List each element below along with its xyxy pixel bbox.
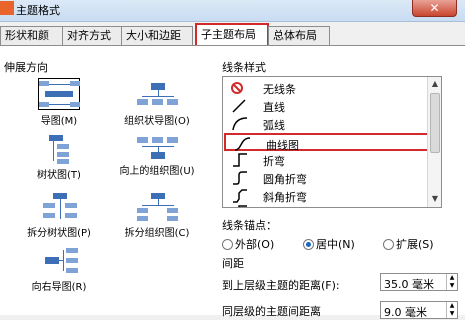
line-style-option[interactable]: 分支 [223,203,428,207]
no-line-icon [229,80,253,96]
right-mindmap-layout-icon [38,244,80,276]
layout-label: 树状图(T) [37,170,81,181]
curve-line-icon [232,136,256,152]
layout-right-mindmap[interactable]: 向右导图(R) [14,244,104,293]
line-style-scrollbar[interactable]: ▲ ▼ [427,77,441,207]
arc-line-icon [229,116,253,132]
spinner-arrows[interactable]: ▲ ▼ [446,274,457,290]
org-chart-layout-icon [136,78,178,110]
tree-layout-icon [38,132,80,164]
tab-overall-layout[interactable]: 总体布局 [268,26,330,46]
tab-size-margin[interactable]: 大小和边距 [121,26,193,46]
straight-line-icon [229,98,253,114]
close-button[interactable]: ✕ [412,0,457,17]
spacing-label: 间距 [222,257,244,270]
split-org-chart-layout-icon [136,190,178,222]
bevel-elbow-icon [229,188,253,204]
layout-label: 拆分树状图(P) [27,228,91,239]
rounded-elbow-icon [229,170,253,186]
down-arrow-icon[interactable]: ▼ [447,282,457,290]
parent-distance-value: 35.0 毫米 [384,278,434,291]
sibling-distance-value: 9.0 毫米 [384,306,427,319]
mindmap-layout-icon [38,78,80,110]
parent-distance-spinner[interactable]: 35.0 毫米 ▲ ▼ [380,273,458,291]
layout-split-org-chart[interactable]: 拆分组织图(C) [112,190,202,239]
tab-panel: 伸展方向 导图(M) 组织状导图(O) 树状图(T) 向上的组织图(U) 拆分树… [0,45,465,319]
layout-label: 拆分组织图(C) [124,228,190,239]
radio-icon [383,239,394,250]
layout-label: 组织状导图(O) [124,116,190,127]
anchor-center-radio[interactable]: 居中(N) [303,236,355,252]
line-style-label: 线条样式 [222,61,266,74]
layout-org-chart[interactable]: 组织状导图(O) [112,78,202,127]
sibling-distance-label: 同层级的主题间距离 [222,305,321,318]
radio-icon [222,239,233,250]
anchor-outside-radio[interactable]: 外部(O) [222,236,274,252]
app-icon [0,1,14,15]
line-style-option[interactable]: 折弯 [223,151,428,169]
layout-upward-org-chart[interactable]: 向上的组织图(U) [112,132,202,178]
layout-label: 向上的组织图(U) [119,166,195,177]
branch-line-icon [229,204,253,207]
split-tree-layout-icon [38,190,80,222]
layout-group-label: 伸展方向 [4,61,48,74]
elbow-line-icon [229,152,253,168]
sibling-distance-spinner[interactable]: 9.0 毫米 ▲ ▼ [380,301,458,319]
line-style-option[interactable]: 圆角折弯 [223,169,428,187]
up-arrow-icon[interactable]: ▲ [447,274,457,282]
layout-mindmap[interactable]: 导图(M) [14,78,104,127]
down-arrow-icon[interactable]: ▼ [447,310,457,318]
line-style-option-selected[interactable]: 曲线图 [224,133,440,152]
tab-shape-color[interactable]: 形状和颜色 [0,26,64,60]
layout-label: 导图(M) [40,116,78,127]
parent-distance-label: 到上层级主题的距离(F): [222,279,340,292]
spinner-arrows[interactable]: ▲ ▼ [446,302,457,318]
radio-selected-icon [303,239,314,250]
line-style-list[interactable]: 无线条 直线 弧线 曲线图 折弯 圆角折弯 斜角折弯 ▲ ▼ [222,76,442,208]
window-title: 主题格式 [16,4,60,17]
line-style-option[interactable]: 无线条 [223,79,428,97]
scroll-down-icon[interactable]: ▼ [429,193,441,205]
scroll-thumb[interactable] [430,93,440,153]
layout-label: 向右导图(R) [31,282,87,293]
up-arrow-icon[interactable]: ▲ [447,302,457,310]
scroll-up-icon[interactable]: ▲ [429,78,441,90]
layout-tree[interactable]: 树状图(T) [14,132,104,181]
line-style-option[interactable]: 弧线 [223,115,428,133]
anchor-label: 线条锚点： [222,219,277,232]
anchor-expand-radio[interactable]: 扩展(S) [383,236,434,252]
tab-subtopic-layout[interactable]: 子主题布局 [195,23,269,46]
line-style-option[interactable]: 直线 [223,97,428,115]
upward-org-chart-layout-icon [136,132,178,164]
title-bar: 主题格式 ✕ [0,0,465,22]
layout-split-tree[interactable]: 拆分树状图(P) [14,190,104,239]
tab-alignment[interactable]: 对齐方式 [62,26,122,46]
